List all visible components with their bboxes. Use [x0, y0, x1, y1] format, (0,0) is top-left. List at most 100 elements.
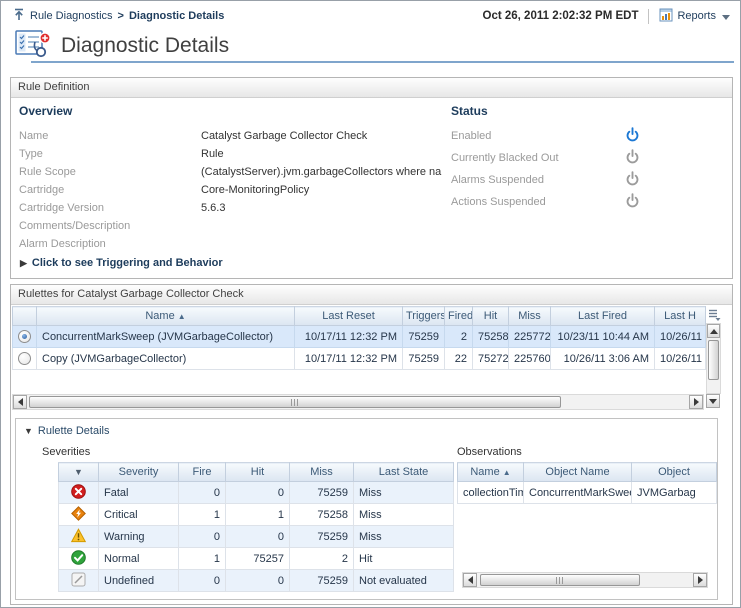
field-row: TypeRule [19, 145, 441, 163]
radio-unselected[interactable] [18, 352, 31, 365]
rulette-row-concurrentmarksweep[interactable]: ConcurrentMarkSweep (JVMGarbageCollector… [13, 326, 706, 348]
power-off-icon [625, 193, 640, 211]
field-row: Cartridge Version5.6.3 [19, 199, 441, 217]
thumb-grip [556, 577, 564, 584]
status-label: Currently Blacked Out [451, 152, 625, 164]
column-header-miss[interactable]: Miss [509, 307, 551, 326]
vertical-scroll-thumb[interactable] [708, 340, 719, 380]
column-header-name[interactable]: Name▲ [458, 463, 524, 482]
breadcrumb-parent-link[interactable]: Rule Diagnostics [30, 10, 113, 22]
field-label: Name [19, 130, 201, 142]
field-label: Type [19, 148, 201, 160]
observation-row[interactable]: collectionTime ConcurrentMarkSweep JVMGa… [458, 482, 717, 504]
cell-last-state: Hit [354, 548, 454, 570]
severities-header-row: ▼ Severity Fire Hit Miss Last State [59, 463, 454, 482]
cell-severity: Warning [99, 526, 179, 548]
radio-selected[interactable] [18, 330, 31, 343]
rulette-details-expander[interactable]: ▼Rulette Details [24, 425, 109, 437]
power-off-icon [625, 171, 640, 189]
column-header-severity[interactable]: Severity [99, 463, 179, 482]
column-header-last-state[interactable]: Last State [354, 463, 454, 482]
diagnostic-details-page: Rule Diagnostics > Diagnostic Details Oc… [0, 0, 741, 608]
cell-hit: 0 [226, 482, 290, 504]
topbar-right: Oct 26, 2011 2:02:32 PM EDT Reports [483, 8, 731, 25]
table-customizer-icon[interactable] [708, 308, 721, 324]
column-header-last-hit[interactable]: Last H [655, 307, 706, 326]
rulette-row-copy[interactable]: Copy (JVMGarbageCollector) 10/17/11 12:3… [13, 348, 706, 370]
power-on-icon [625, 127, 640, 145]
cell-miss: 75258 [290, 504, 354, 526]
cell-last-state: Miss [354, 526, 454, 548]
scroll-left-button[interactable] [13, 395, 27, 409]
scroll-up-button[interactable] [707, 324, 720, 338]
rule-definition-panel: Rule Definition Overview NameCatalyst Ga… [10, 77, 733, 279]
cell-fire: 0 [179, 526, 226, 548]
cell-object-type: JVMGarbag [632, 482, 717, 504]
cell-fired: 2 [445, 326, 473, 348]
cell-severity: Fatal [99, 482, 179, 504]
horizontal-scroll-thumb[interactable] [29, 396, 561, 408]
field-value: (CatalystServer).jvm.garbageCollectors w… [201, 166, 441, 178]
warning-icon [71, 534, 86, 546]
observations-table: Name▲ Object Name Object collectionTime … [457, 462, 717, 504]
severity-row-fatal: Fatal 0 0 75259 Miss [59, 482, 454, 504]
diagnostic-details-icon [15, 29, 51, 62]
title-row: Diagnostic Details [15, 29, 229, 62]
field-label: Cartridge Version [19, 202, 201, 214]
cell-miss: 225760 [509, 348, 551, 370]
horizontal-scroll-thumb[interactable] [480, 574, 640, 586]
column-header-last-reset[interactable]: Last Reset [295, 307, 403, 326]
current-time-label: Oct 26, 2011 2:02:32 PM EDT [483, 10, 639, 22]
cell-name: Copy (JVMGarbageCollector) [37, 348, 295, 370]
cell-last-fired: 10/23/11 10:44 AM [551, 326, 655, 348]
field-row: NameCatalyst Garbage Collector Check [19, 127, 441, 145]
scroll-down-button[interactable] [706, 394, 720, 408]
column-header-last-fired[interactable]: Last Fired [551, 307, 655, 326]
cell-triggers: 75259 [403, 348, 445, 370]
right-arrow-icon [698, 576, 703, 584]
rulettes-horizontal-scrollbar[interactable] [12, 394, 704, 410]
column-header-hit[interactable]: Hit [473, 307, 509, 326]
status-label: Alarms Suspended [451, 174, 625, 186]
cell-miss: 75259 [290, 570, 354, 592]
reports-menu[interactable]: Reports [659, 8, 730, 25]
rulettes-panel: Rulettes for Catalyst Garbage Collector … [10, 284, 733, 605]
column-header-triggers[interactable]: Triggers [403, 307, 445, 326]
column-header-hit[interactable]: Hit [226, 463, 290, 482]
triggering-behavior-expander[interactable]: ▶Click to see Triggering and Behavior [20, 257, 223, 269]
column-header-name[interactable]: Name▲ [37, 307, 295, 326]
rulettes-header-row: Name▲ Last Reset Triggers Fired Hit Miss… [13, 307, 706, 326]
column-header-miss[interactable]: Miss [290, 463, 354, 482]
cell-miss: 75259 [290, 482, 354, 504]
breadcrumb-current: Diagnostic Details [129, 10, 224, 22]
breadcrumb-up-icon[interactable] [13, 8, 25, 24]
status-row: Actions Suspended [451, 191, 640, 213]
severities-table: ▼ Severity Fire Hit Miss Last State Fata… [58, 462, 454, 592]
rulettes-vertical-scrollbar[interactable] [706, 323, 721, 394]
column-header-fired[interactable]: Fired [445, 307, 473, 326]
scroll-left-button[interactable] [463, 573, 477, 587]
column-header-object-name[interactable]: Object Name [524, 463, 632, 482]
field-label: Alarm Description [19, 238, 201, 250]
scroll-right-button[interactable] [689, 395, 703, 409]
reports-dropdown-arrow-icon [722, 15, 730, 20]
observations-horizontal-scrollbar[interactable] [462, 572, 708, 588]
column-header-fire[interactable]: Fire [179, 463, 226, 482]
cell-last-fired: 10/26/11 3:06 AM [551, 348, 655, 370]
title-underline [31, 61, 734, 63]
column-header-object-type[interactable]: Object [632, 463, 717, 482]
severity-icon-column-header[interactable]: ▼ [59, 463, 99, 482]
cell-last-state: Not evaluated [354, 570, 454, 592]
cell-hit: 0 [226, 570, 290, 592]
cell-last-state: Miss [354, 504, 454, 526]
scroll-right-button[interactable] [693, 573, 707, 587]
cell-fire: 0 [179, 482, 226, 504]
cell-hit: 1 [226, 504, 290, 526]
severity-row-normal: Normal 1 75257 2 Hit [59, 548, 454, 570]
field-row: CartridgeCore-MonitoringPolicy [19, 181, 441, 199]
sort-ascending-icon: ▲ [503, 468, 511, 477]
field-label: Rule Scope [19, 166, 201, 178]
collapsed-arrow-icon: ▶ [20, 258, 27, 268]
observations-header-row: Name▲ Object Name Object [458, 463, 717, 482]
rulettes-panel-title: Rulettes for Catalyst Garbage Collector … [11, 285, 732, 305]
